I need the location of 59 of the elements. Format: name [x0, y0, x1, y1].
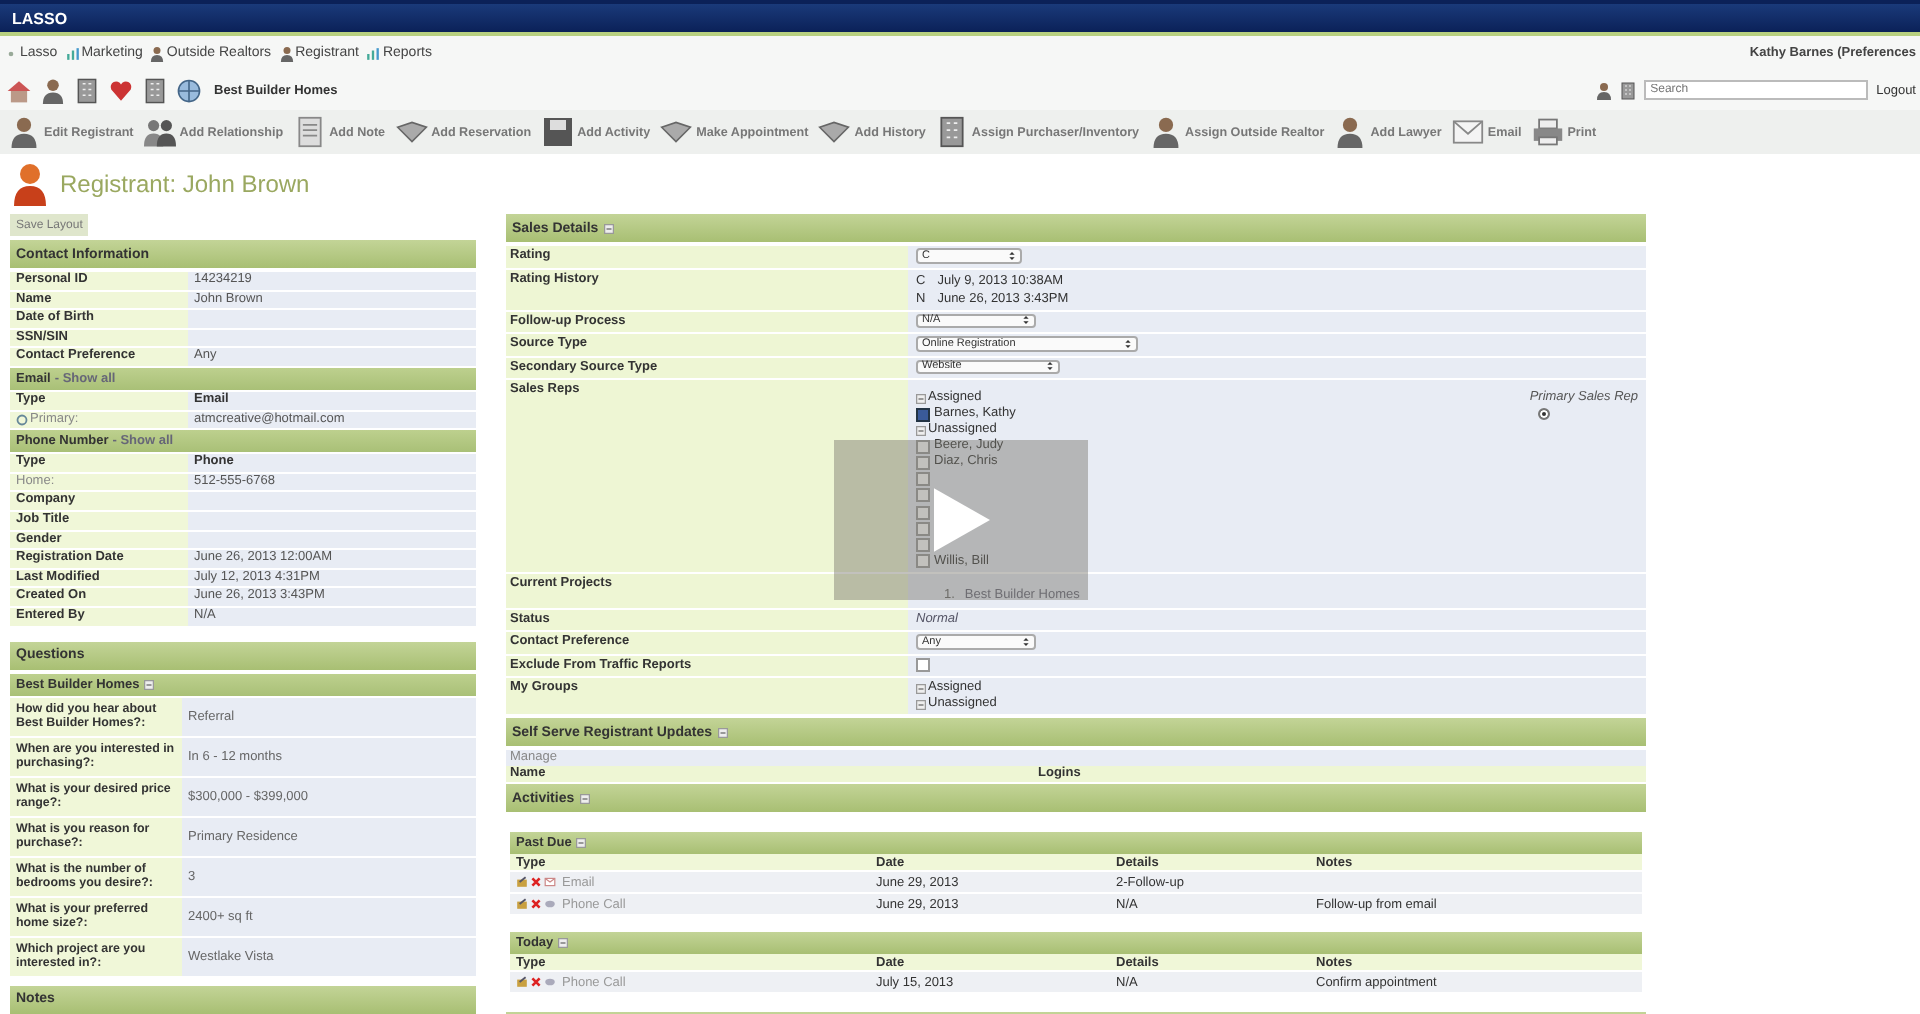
- building-icon: [74, 77, 100, 103]
- radio-button[interactable]: [1538, 408, 1550, 421]
- delete-icon[interactable]: [530, 976, 542, 989]
- logo[interactable]: LASSO: [12, 9, 68, 27]
- up-down-arrows-icon: [1021, 314, 1030, 327]
- person-icon: [1596, 81, 1613, 99]
- delete-icon[interactable]: [530, 898, 542, 911]
- collapse-icon[interactable]: [916, 393, 926, 403]
- collapse-icon[interactable]: [575, 838, 586, 849]
- person-icon: [8, 116, 40, 148]
- building-icon: [935, 116, 968, 148]
- printer-icon: [1531, 116, 1564, 148]
- checkbox[interactable]: [916, 521, 930, 536]
- heart-icon: [108, 77, 134, 103]
- up-down-arrows-icon: [1123, 337, 1132, 350]
- collapse-icon[interactable]: [717, 727, 728, 738]
- delete-icon[interactable]: [530, 876, 542, 889]
- collapse-icon[interactable]: [580, 793, 591, 804]
- globe-icon: [176, 77, 202, 103]
- collapse-icon[interactable]: [604, 223, 615, 233]
- collapse-icon[interactable]: [143, 679, 154, 689]
- person-icon: [150, 45, 165, 61]
- checkbox[interactable]: [916, 439, 930, 454]
- person-icon: [40, 77, 66, 103]
- envelope-icon: [1451, 116, 1484, 148]
- edit-icon[interactable]: [516, 976, 528, 989]
- note-icon: [293, 116, 326, 148]
- play-icon[interactable]: [933, 486, 989, 554]
- house-icon: [6, 77, 32, 103]
- up-down-arrows-icon: [1021, 635, 1030, 648]
- checkbox[interactable]: [916, 407, 930, 422]
- collapse-icon[interactable]: [916, 683, 926, 694]
- checkbox[interactable]: [916, 537, 930, 552]
- collapse-icon[interactable]: [916, 425, 926, 436]
- checkbox[interactable]: [916, 488, 930, 503]
- checkbox[interactable]: [916, 505, 930, 520]
- speech-bubble-icon: [544, 976, 556, 989]
- play-button-overlay[interactable]: [834, 440, 1088, 600]
- edit-icon[interactable]: [516, 876, 528, 889]
- building-icon: [1620, 81, 1637, 99]
- person-icon: [1334, 116, 1367, 148]
- collapse-icon[interactable]: [916, 699, 926, 710]
- person-avatar-icon: [12, 162, 48, 206]
- edit-icon[interactable]: [516, 898, 528, 911]
- checkbox[interactable]: [916, 554, 930, 569]
- up-down-arrows-icon: [1046, 360, 1055, 373]
- speech-bubble-icon: [544, 898, 556, 911]
- chart-icon: [366, 45, 381, 61]
- up-down-arrows-icon: [1008, 249, 1017, 262]
- checkbox[interactable]: [916, 657, 930, 672]
- person-icon: [279, 45, 294, 61]
- page-title: Registrant: John Brown: [60, 170, 310, 198]
- collapse-icon[interactable]: [557, 938, 568, 949]
- people-icon: [143, 116, 176, 148]
- checkbox[interactable]: [916, 472, 930, 487]
- chart-icon: [65, 45, 80, 61]
- person-icon: [1149, 116, 1182, 148]
- checkbox[interactable]: [916, 455, 930, 470]
- building-icon: [142, 77, 168, 103]
